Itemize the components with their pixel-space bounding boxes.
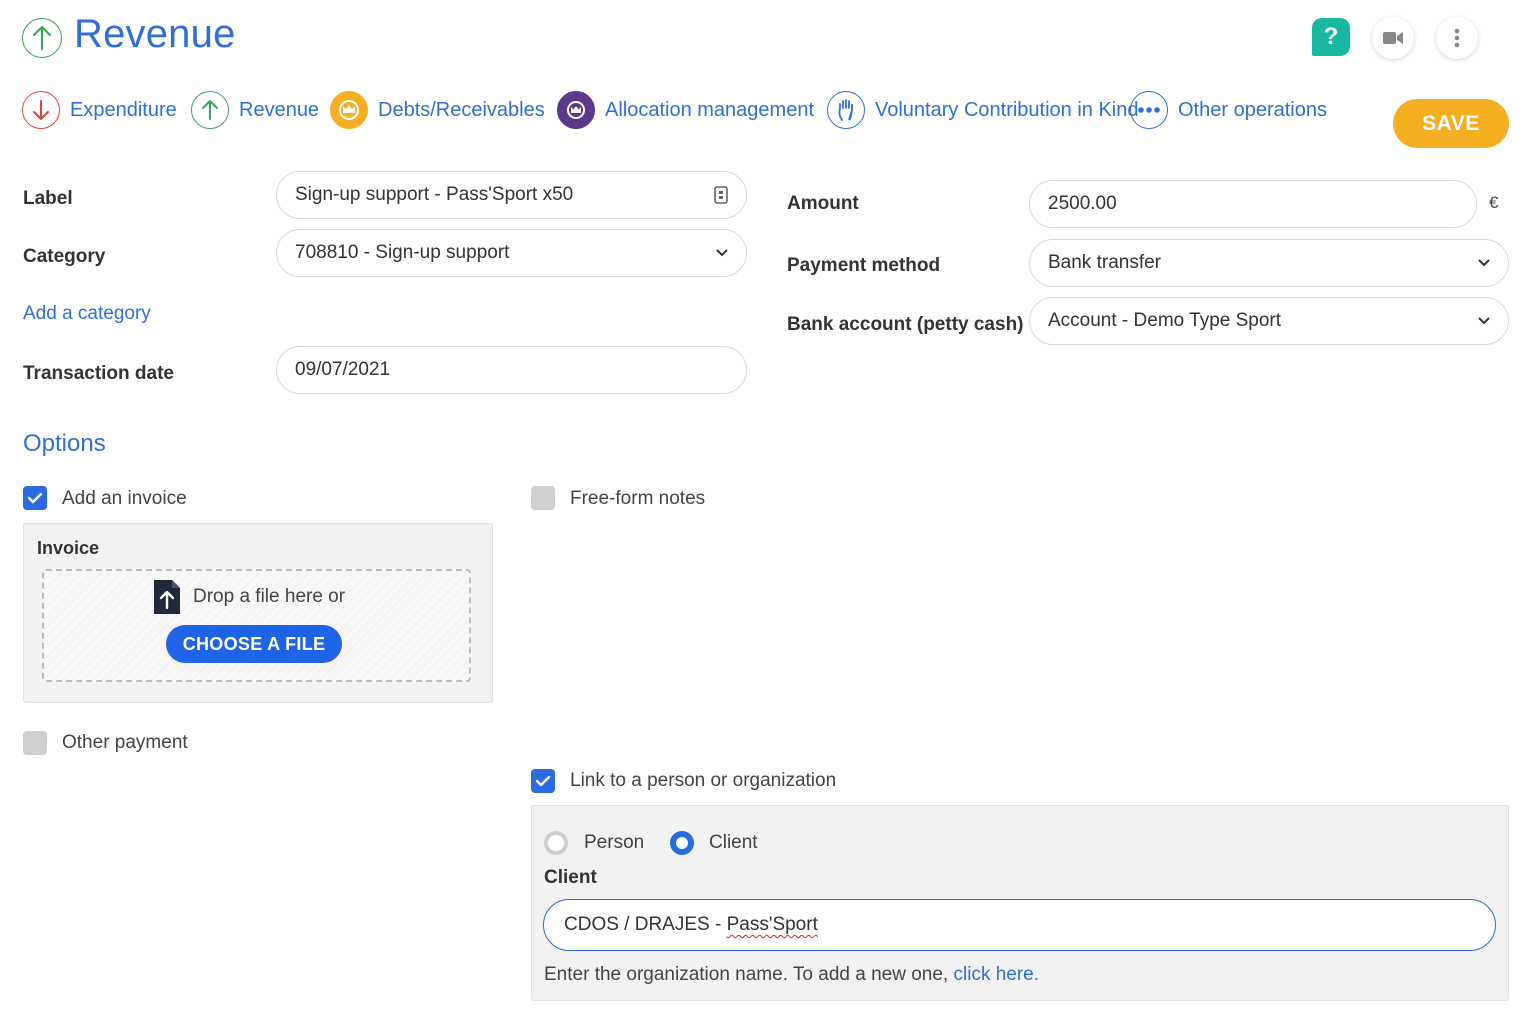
category-select-value: 708810 - Sign-up support (295, 242, 510, 263)
person-radio-label: Person (584, 832, 645, 853)
tab-revenue-label: Revenue (239, 98, 320, 121)
link-person-checkbox[interactable] (531, 769, 555, 793)
add-organization-link[interactable]: click here. (954, 964, 1040, 985)
checkmark-icon (27, 492, 43, 504)
transaction-date-input[interactable]: 09/07/2021 (276, 346, 747, 394)
vertical-dots-icon (1454, 28, 1460, 48)
tab-voluntary-contribution-label: Voluntary Contribution in Kind (875, 98, 1139, 121)
arrow-down-icon (22, 91, 60, 129)
amount-input[interactable]: 2500.00 (1029, 180, 1477, 228)
payment-method-label: Payment method (787, 255, 941, 276)
other-payment-label: Other payment (62, 732, 188, 753)
amount-value: 2500.00 (1048, 193, 1117, 214)
chevron-down-icon (716, 249, 728, 257)
amount-label: Amount (787, 193, 859, 214)
free-form-notes-checkbox[interactable] (531, 486, 555, 510)
payment-method-select[interactable]: Bank transfer (1029, 239, 1509, 287)
file-upload-icon (152, 578, 182, 621)
currency-symbol: € (1489, 193, 1499, 212)
invoice-title: Invoice (37, 538, 100, 558)
tab-allocation-management-label: Allocation management (605, 98, 815, 121)
tab-voluntary-contribution[interactable]: Voluntary Contribution in Kind (827, 88, 1139, 132)
client-input[interactable]: CDOS / DRAJES - Pass'Sport (543, 899, 1496, 951)
contact-card-icon (714, 186, 728, 204)
transaction-date-label: Transaction date (23, 363, 174, 384)
bank-account-label: Bank account (petty cash) (787, 314, 1024, 335)
client-radio-label: Client (709, 832, 758, 853)
bank-account-value: Account - Demo Type Sport (1048, 310, 1282, 331)
hand-icon (827, 91, 865, 129)
client-input-value-suffix: Pass'Sport (726, 914, 818, 935)
revenue-title-icon (22, 18, 62, 58)
options-section-title: Options (23, 430, 106, 457)
tab-other-operations-label: Other operations (1178, 98, 1327, 121)
client-help-text: Enter the organization name. To add a ne… (544, 964, 1039, 986)
bank-account-select[interactable]: Account - Demo Type Sport (1029, 297, 1509, 345)
label-field-label: Label (23, 188, 73, 209)
client-field-label: Client (544, 867, 597, 888)
tab-expenditure-label: Expenditure (70, 98, 177, 121)
help-button[interactable]: ? (1312, 18, 1350, 56)
choose-file-button[interactable]: CHOOSE A FILE (166, 625, 342, 663)
arrow-up-icon (191, 91, 229, 129)
client-help-message: Enter the organization name. To add a ne… (544, 964, 949, 985)
chevron-down-icon (1478, 259, 1490, 267)
transaction-date-value: 09/07/2021 (295, 359, 391, 380)
person-radio[interactable] (544, 831, 568, 855)
category-field-label: Category (23, 246, 106, 267)
tab-other-operations[interactable]: Other operations (1130, 88, 1327, 132)
add-invoice-label: Add an invoice (62, 488, 187, 509)
checkmark-icon (535, 775, 551, 787)
tab-debts-receivables-label: Debts/Receivables (378, 98, 545, 121)
chevron-down-icon (1478, 317, 1490, 325)
crown-icon (330, 91, 368, 129)
label-input[interactable]: Sign-up support - Pass'Sport x50 (276, 171, 747, 219)
video-camera-icon (1383, 32, 1403, 44)
payment-method-value: Bank transfer (1048, 252, 1161, 273)
allocation-crown-icon (557, 91, 595, 129)
client-radio[interactable] (670, 831, 694, 855)
video-camera-button[interactable] (1372, 17, 1414, 59)
label-input-value: Sign-up support - Pass'Sport x50 (295, 184, 574, 205)
link-person-label: Link to a person or organization (570, 770, 837, 791)
save-button[interactable]: SAVE (1393, 99, 1509, 148)
category-select[interactable]: 708810 - Sign-up support (276, 229, 747, 277)
more-dots-icon (1130, 91, 1168, 129)
free-form-notes-label: Free-form notes (570, 488, 706, 509)
page-title: Revenue (74, 12, 236, 56)
tab-debts-receivables[interactable]: Debts/Receivables (330, 88, 545, 132)
add-invoice-checkbox[interactable] (23, 486, 47, 510)
tab-allocation-management[interactable]: Allocation management (557, 88, 814, 132)
tab-expenditure[interactable]: Expenditure (22, 88, 177, 132)
tab-revenue[interactable]: Revenue (191, 88, 319, 132)
more-menu-button[interactable] (1436, 17, 1478, 59)
add-category-link[interactable]: Add a category (23, 303, 151, 325)
client-input-value-prefix: CDOS / DRAJES - (564, 914, 727, 935)
other-payment-checkbox[interactable] (23, 731, 47, 755)
drop-file-text: Drop a file here or (193, 586, 346, 607)
